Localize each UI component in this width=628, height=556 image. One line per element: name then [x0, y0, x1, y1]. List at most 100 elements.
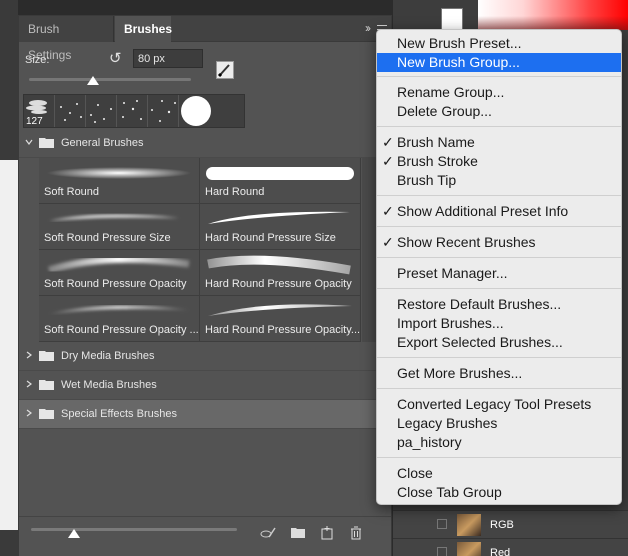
- brush-preset[interactable]: Soft Round Pressure Opacity ...: [39, 296, 200, 342]
- menu-item-pa-history[interactable]: pa_history: [377, 433, 621, 452]
- brush-stroke-preview: [49, 214, 179, 221]
- checkmark-icon: ✓: [382, 134, 394, 150]
- size-label: Size:: [25, 54, 50, 66]
- recent-brush[interactable]: [86, 95, 117, 127]
- eye-brush-icon[interactable]: [260, 525, 276, 541]
- size-input[interactable]: [133, 49, 203, 68]
- menu-separator: [377, 126, 621, 127]
- menu-item-rename-group[interactable]: Rename Group...: [377, 83, 621, 102]
- recent-brush[interactable]: [55, 95, 86, 127]
- foreground-color-swatch[interactable]: [441, 8, 463, 30]
- menu-item-import-brushes[interactable]: Import Brushes...: [377, 314, 621, 333]
- brush-name: Hard Round: [205, 186, 265, 198]
- color-picker-field[interactable]: [478, 0, 628, 30]
- group-wet-media-brushes[interactable]: Wet Media Brushes: [19, 371, 391, 400]
- checkmark-icon: ✓: [382, 203, 394, 219]
- new-group-folder-icon[interactable]: [290, 525, 306, 541]
- chevron-down-icon[interactable]: [25, 138, 33, 146]
- chevron-right-icon[interactable]: [25, 409, 33, 417]
- brush-preset[interactable]: Hard Round Pressure Size: [200, 204, 361, 250]
- menu-item-new-brush-preset[interactable]: New Brush Preset...: [377, 34, 621, 53]
- menu-item-brush-stroke[interactable]: ✓ Brush Stroke: [377, 152, 621, 171]
- menu-item-label: New Brush Preset...: [397, 35, 522, 51]
- menu-item-new-brush-group[interactable]: New Brush Group...: [377, 53, 621, 72]
- menu-item-show-recent-brushes[interactable]: ✓ Show Recent Brushes: [377, 233, 621, 252]
- visibility-toggle[interactable]: [437, 519, 447, 529]
- recent-brush[interactable]: 127: [24, 95, 55, 127]
- menu-separator: [377, 288, 621, 289]
- reset-size-icon[interactable]: ↺: [109, 51, 125, 67]
- new-brush-icon[interactable]: [319, 525, 335, 541]
- menu-item-label: New Brush Group...: [397, 54, 520, 70]
- brush-preset[interactable]: Soft Round: [39, 158, 200, 204]
- group-special-effects-brushes[interactable]: Special Effects Brushes: [19, 400, 391, 429]
- menu-separator: [377, 76, 621, 77]
- brush-edit-icon[interactable]: [216, 61, 234, 79]
- panel-tabbar: Brush Settings Brushes ››: [19, 16, 391, 62]
- visibility-toggle[interactable]: [437, 547, 447, 556]
- layer-row-red[interactable]: Red: [393, 538, 628, 556]
- trash-icon[interactable]: [348, 525, 364, 541]
- brush-name: Hard Round Pressure Opacity...: [205, 324, 361, 336]
- menu-item-label: Brush Tip: [397, 172, 457, 188]
- layer-thumbnail: [457, 542, 481, 556]
- chevron-right-icon[interactable]: [25, 380, 33, 388]
- menu-item-brush-tip[interactable]: Brush Tip: [377, 171, 621, 190]
- layer-name: Red: [490, 547, 511, 556]
- menu-item-preset-manager[interactable]: Preset Manager...: [377, 264, 621, 283]
- folder-icon: [39, 351, 54, 361]
- group-label: Wet Media Brushes: [61, 379, 157, 391]
- menu-item-close[interactable]: Close: [377, 464, 621, 483]
- menu-separator: [377, 195, 621, 196]
- menu-item-get-more-brushes[interactable]: Get More Brushes...: [377, 364, 621, 383]
- menu-item-label: Legacy Brushes: [397, 415, 498, 431]
- group-label: Special Effects Brushes: [61, 408, 177, 420]
- brush-name: Hard Round Pressure Size: [205, 232, 336, 244]
- layer-name: RGB: [490, 519, 514, 531]
- menu-separator: [377, 357, 621, 358]
- layer-row-rgb[interactable]: RGB: [393, 510, 628, 538]
- preview-size-slider[interactable]: [31, 528, 237, 531]
- menu-item-label: Brush Name: [397, 134, 475, 150]
- tab-brush-settings[interactable]: Brush Settings: [19, 16, 114, 62]
- brush-preset[interactable]: Hard Round Pressure Opacity...: [200, 296, 361, 342]
- menu-item-delete-group[interactable]: Delete Group...: [377, 102, 621, 121]
- menu-item-show-additional-preset-info[interactable]: ✓ Show Additional Preset Info: [377, 202, 621, 221]
- group-dry-media-brushes[interactable]: Dry Media Brushes: [19, 342, 391, 371]
- tab-brushes[interactable]: Brushes: [115, 16, 172, 43]
- menu-separator: [377, 388, 621, 389]
- size-slider-track[interactable]: [29, 78, 191, 81]
- menu-item-converted-legacy-tool-presets[interactable]: Converted Legacy Tool Presets: [377, 395, 621, 414]
- checkmark-icon: ✓: [382, 234, 394, 250]
- menu-item-export-selected-brushes[interactable]: Export Selected Brushes...: [377, 333, 621, 352]
- brush-name: Soft Round Pressure Size: [44, 232, 171, 244]
- brush-preset[interactable]: Soft Round Pressure Size: [39, 204, 200, 250]
- menu-item-restore-default-brushes[interactable]: Restore Default Brushes...: [377, 295, 621, 314]
- menu-item-legacy-brushes[interactable]: Legacy Brushes: [377, 414, 621, 433]
- group-general-brushes[interactable]: General Brushes: [19, 129, 391, 158]
- menu-item-label: Rename Group...: [397, 84, 505, 100]
- menu-item-label: Preset Manager...: [397, 265, 508, 281]
- recent-brush[interactable]: [117, 95, 148, 127]
- preview-size-slider-thumb[interactable]: [68, 529, 80, 538]
- brush-preset[interactable]: Hard Round: [200, 158, 361, 204]
- brushes-panel: Brush Settings Brushes ›› Size: ↺ 127: [18, 15, 392, 556]
- brush-stroke-preview: [206, 167, 354, 180]
- brush-preset[interactable]: Hard Round Pressure Opacity: [200, 250, 361, 296]
- collapse-panel-icon[interactable]: ››: [365, 21, 371, 35]
- menu-item-close-tab-group[interactable]: Close Tab Group: [377, 483, 621, 502]
- recent-brush[interactable]: [148, 95, 179, 127]
- menu-separator: [377, 257, 621, 258]
- folder-icon: [39, 380, 54, 390]
- brush-stroke-preview: [49, 305, 189, 314]
- brush-stroke-preview: [47, 255, 190, 274]
- size-slider-thumb[interactable]: [87, 76, 99, 85]
- brush-preset[interactable]: Soft Round Pressure Opacity: [39, 250, 200, 296]
- recent-brush[interactable]: [179, 95, 213, 127]
- chevron-right-icon[interactable]: [25, 351, 33, 359]
- group-label: General Brushes: [61, 137, 144, 149]
- menu-item-brush-name[interactable]: ✓ Brush Name: [377, 133, 621, 152]
- menu-separator: [377, 226, 621, 227]
- recent-brush-size: 127: [26, 116, 43, 127]
- brush-name: Soft Round Pressure Opacity: [44, 278, 187, 290]
